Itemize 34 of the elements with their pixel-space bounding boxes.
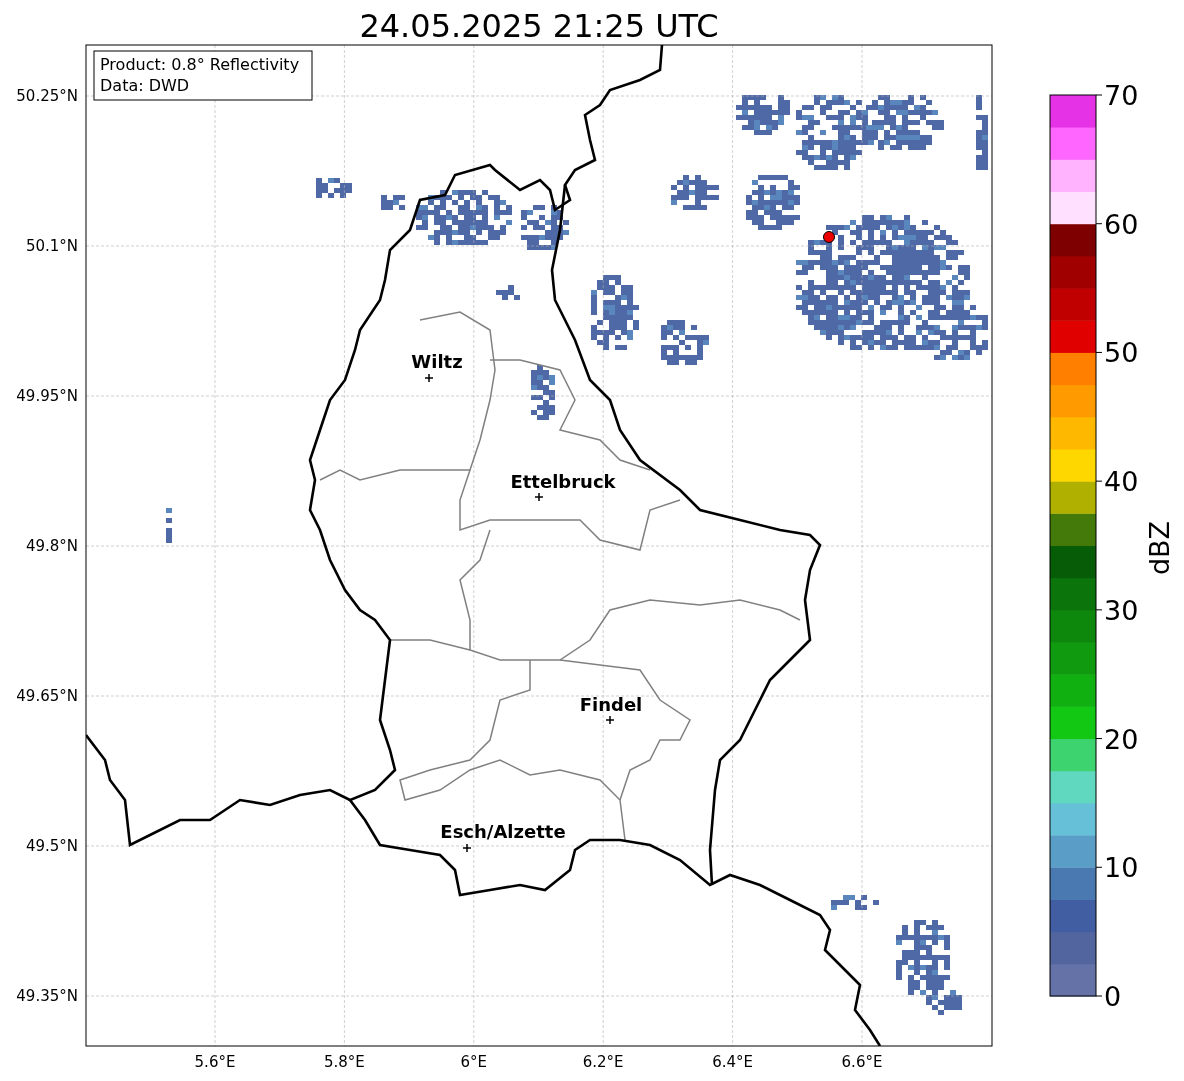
- latitude-tick-label: 49.5°N: [25, 837, 78, 855]
- info-text: Product: 0.8° Reflectivity: [100, 55, 300, 74]
- latitude-tick-label: 49.95°N: [16, 387, 78, 405]
- longitude-tick-label: 5.8°E: [324, 1053, 365, 1071]
- colorbar-tick-label: 70: [1104, 80, 1139, 111]
- latitude-tick-label: 49.35°N: [16, 987, 78, 1005]
- colorbar-tick-label: 60: [1104, 208, 1139, 240]
- latitude-tick-label: 50.25°N: [16, 87, 78, 105]
- colorbar-tick-label: 10: [1104, 852, 1139, 884]
- radar-site-marker: [823, 231, 835, 243]
- longitude-tick-label: 6°E: [460, 1053, 488, 1071]
- latitude-tick-label: 49.8°N: [25, 537, 78, 555]
- city-marker-icon: [424, 373, 434, 383]
- longitude-tick-label: 6.4°E: [712, 1053, 753, 1071]
- city-marker-icon: [534, 492, 544, 502]
- longitude-tick-label: 5.6°E: [194, 1053, 236, 1071]
- latitude-tick-label: 50.1°N: [25, 237, 78, 255]
- colorbar-tick-label: 40: [1104, 466, 1139, 498]
- city-label: Wiltz: [411, 351, 463, 372]
- chart-title: 24.05.2025 21:25 UTC: [359, 7, 719, 45]
- colorbar-tick-label: 20: [1104, 723, 1139, 755]
- city-label: Findel: [579, 694, 643, 715]
- colorbar-label: dBZ: [1144, 520, 1175, 576]
- city-marker-icon: [462, 843, 472, 853]
- colorbar-tick-label: 50: [1104, 337, 1139, 369]
- colorbar-tick-label: 0: [1104, 981, 1122, 1012]
- info-text: Data: DWD: [100, 76, 190, 95]
- longitude-tick-label: 6.2°E: [582, 1053, 624, 1071]
- colorbar-tick-label: 30: [1104, 594, 1139, 626]
- longitude-tick-label: 6.6°E: [841, 1053, 883, 1071]
- city-marker-icon: [605, 715, 615, 725]
- latitude-tick-label: 49.65°N: [16, 687, 78, 705]
- city-label: Esch/Alzette: [440, 821, 566, 842]
- city-label: Ettelbruck: [510, 471, 616, 492]
